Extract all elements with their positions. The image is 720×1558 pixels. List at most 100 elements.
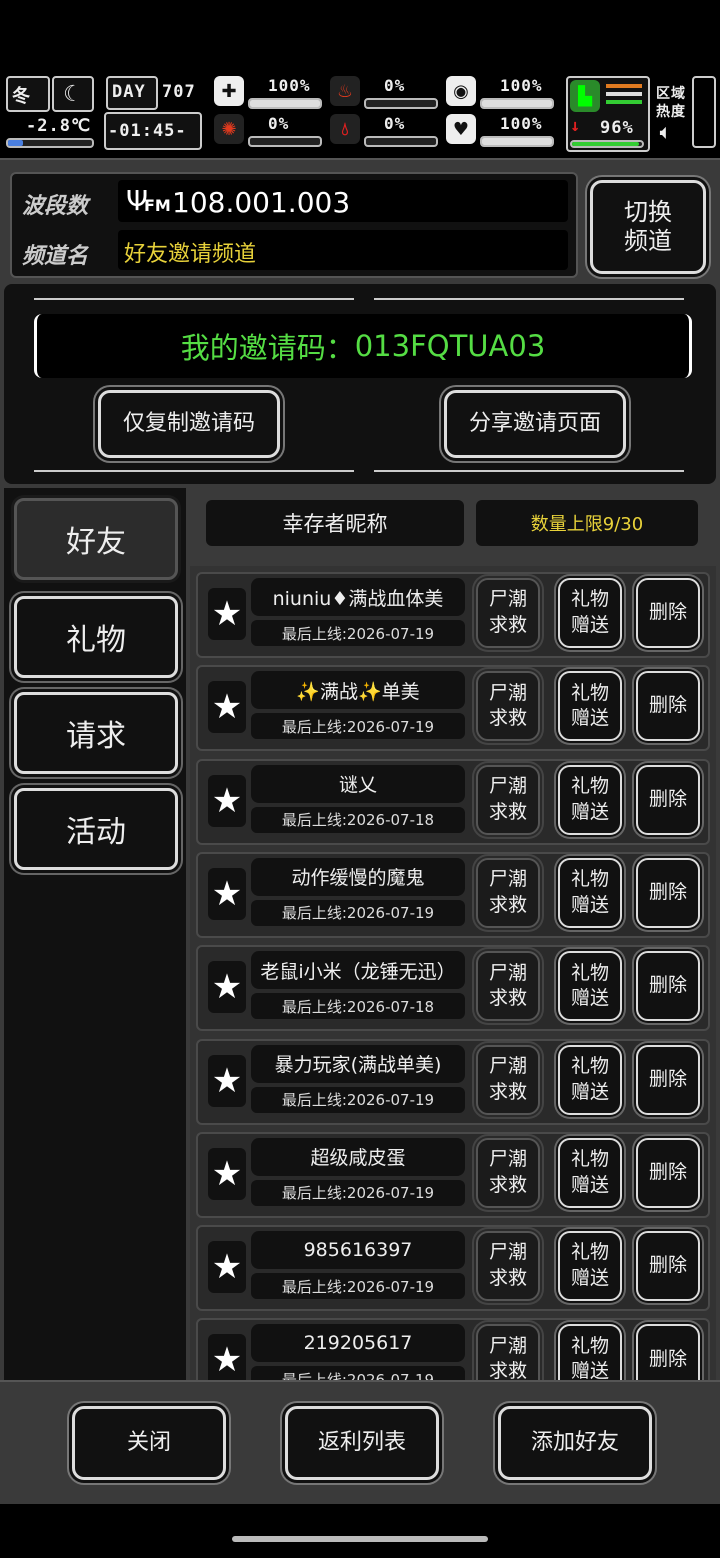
- zombie-rescue-button[interactable]: 尸潮 求救: [476, 764, 540, 835]
- favorite-star-icon[interactable]: ★: [208, 961, 246, 1014]
- season-indicator: 冬: [6, 76, 50, 112]
- friend-list[interactable]: ★ niuniu♦满战血体美 最后上线:2026-07-19 尸潮 求救 礼物 赠送 删除…: [190, 566, 716, 1380]
- zombie-rescue-button[interactable]: 尸潮 求救: [476, 1324, 540, 1380]
- arrow-down-icon: ↓: [570, 116, 582, 136]
- invite-code-label: 我的邀请码：: [180, 331, 355, 365]
- stomach-icon: ♨: [330, 76, 360, 106]
- delete-friend-button[interactable]: 删除: [636, 951, 700, 1022]
- list-header: 幸存者昵称 数量上限9/30: [190, 488, 716, 564]
- friend-last-online: 最后上线:2026-07-19: [251, 1086, 465, 1113]
- invite-section: 我的邀请码： 013FQTUA03 仅复制邀请码 分享邀请页面: [4, 284, 716, 484]
- channel-name-label: 频道名: [22, 244, 89, 269]
- nickname-header: 幸存者昵称: [206, 500, 464, 546]
- stat-value: 100%: [268, 76, 311, 95]
- favorite-star-icon[interactable]: ★: [208, 867, 246, 920]
- send-gift-button[interactable]: 礼物 赠送: [558, 578, 622, 648]
- blood-drop-icon: 💧︎: [330, 114, 360, 144]
- send-gift-button[interactable]: 礼物 赠送: [558, 857, 622, 928]
- copy-invite-code-button[interactable]: 仅复制邀请码: [98, 390, 280, 458]
- delete-friend-button[interactable]: 删除: [636, 671, 700, 742]
- friend-name: ✨满战✨单美: [251, 671, 465, 710]
- send-gift-button[interactable]: 礼物 赠送: [558, 764, 622, 835]
- delete-friend-button[interactable]: 删除: [636, 1231, 700, 1302]
- footer-bar: 关闭 返利列表 添加好友: [0, 1380, 720, 1504]
- friend-name: 985616397: [251, 1231, 465, 1270]
- share-invite-page-button[interactable]: 分享邀请页面: [444, 390, 626, 458]
- heart-icon: ♥: [446, 114, 476, 144]
- favorite-star-icon[interactable]: ★: [208, 681, 246, 734]
- friends-panel: 波段数 Ψ FM 108.001.003 频道名 好友邀请频道 切换 频道 我的…: [0, 158, 720, 1504]
- tab-events[interactable]: 活动: [14, 788, 178, 870]
- stat-bar: [480, 136, 554, 147]
- friend-limit: 数量上限9/30: [476, 500, 698, 546]
- invite-code-value[interactable]: 013FQTUA03: [355, 329, 546, 363]
- status-hud: 冬 ☾ -2.8℃ DAY 707 -01:45- ✚ 100% ♨ 0% ◉ 100% ✺…: [0, 72, 720, 156]
- delete-friend-button[interactable]: 删除: [636, 1137, 700, 1208]
- switch-channel-button[interactable]: 切换 频道: [590, 180, 706, 274]
- friend-row: ★ 985616397 最后上线:2026-07-19 尸潮 求救 礼物 赠送 删除: [196, 1225, 710, 1312]
- speaker-icon[interactable]: 🔈︎: [660, 122, 672, 143]
- zombie-rescue-button[interactable]: 尸潮 求救: [476, 578, 540, 648]
- friend-name: 谜乂: [251, 764, 465, 803]
- friend-row: ★ 动作缓慢的魔鬼 最后上线:2026-07-19 尸潮 求救 礼物 赠送 删除: [196, 851, 710, 938]
- friend-name: niuniu♦满战血体美: [251, 578, 465, 616]
- temperature-bar: [6, 138, 94, 148]
- friend-last-online: 最后上线:2026-07-18: [251, 993, 465, 1020]
- friend-row: ★ 超级咸皮蛋 最后上线:2026-07-19 尸潮 求救 礼物 赠送 删除: [196, 1131, 710, 1218]
- friend-row: ★ ✨满战✨单美 最后上线:2026-07-19 尸潮 求救 礼物 赠送 删除: [196, 665, 710, 752]
- zombie-rescue-button[interactable]: 尸潮 求救: [476, 671, 540, 742]
- close-button[interactable]: 关闭: [72, 1406, 226, 1480]
- zombie-rescue-button[interactable]: 尸潮 求救: [476, 1231, 540, 1302]
- send-gift-button[interactable]: 礼物 赠送: [558, 671, 622, 742]
- add-friend-button[interactable]: 添加好友: [498, 1406, 652, 1480]
- zombie-rescue-button[interactable]: 尸潮 求救: [476, 1044, 540, 1115]
- bladder-icon: ◉: [446, 76, 476, 106]
- zombie-rescue-button[interactable]: 尸潮 求救: [476, 1137, 540, 1208]
- clock-time: -01:45-: [108, 121, 187, 141]
- favorite-star-icon[interactable]: ★: [208, 588, 246, 640]
- stat-bar: [248, 136, 322, 147]
- channel-name-display: 好友邀请频道: [118, 230, 568, 270]
- friend-name: 暴力玩家(满战单美): [251, 1044, 465, 1083]
- tab-gifts[interactable]: 礼物: [14, 596, 178, 678]
- channel-name-value: 好友邀请频道: [124, 242, 257, 267]
- zombie-rescue-button[interactable]: 尸潮 求救: [476, 857, 540, 928]
- tab-requests[interactable]: 请求: [14, 692, 178, 774]
- rebate-list-button[interactable]: 返利列表: [285, 1406, 439, 1480]
- favorite-star-icon[interactable]: ★: [208, 1241, 246, 1294]
- delete-friend-button[interactable]: 删除: [636, 857, 700, 928]
- send-gift-button[interactable]: 礼物 赠送: [558, 1044, 622, 1115]
- boot-icon: ▙: [570, 80, 600, 112]
- delete-friend-button[interactable]: 删除: [636, 764, 700, 835]
- send-gift-button[interactable]: 礼物 赠送: [558, 1231, 622, 1302]
- friend-row: ★ 219205617 最后上线:2026-07-19 尸潮 求救 礼物 赠送 删除: [196, 1318, 710, 1380]
- favorite-star-icon[interactable]: ★: [208, 774, 246, 827]
- favorite-star-icon[interactable]: ★: [208, 1054, 246, 1107]
- friend-row: ★ niuniu♦满战血体美最后上线:2026-07-19 尸潮 求救 礼物 赠送 删除: [196, 572, 710, 658]
- friend-last-online: 最后上线:2026-07-19: [251, 1366, 465, 1380]
- favorite-star-icon[interactable]: ★: [208, 1147, 246, 1200]
- freq-value: 108.001.003: [172, 186, 351, 219]
- channel-info: 波段数 Ψ FM 108.001.003 频道名 好友邀请频道: [10, 172, 578, 278]
- freq-unit: FM: [144, 196, 171, 215]
- friend-name: 219205617: [251, 1324, 465, 1363]
- favorite-star-icon[interactable]: ★: [208, 1334, 246, 1380]
- send-gift-button[interactable]: 礼物 赠送: [558, 1324, 622, 1380]
- zombie-rescue-button[interactable]: 尸潮 求救: [476, 951, 540, 1022]
- stat-value: 100%: [500, 76, 543, 95]
- stat-bar: [480, 98, 554, 109]
- invite-code-box: 我的邀请码： 013FQTUA03: [34, 314, 692, 378]
- delete-friend-button[interactable]: 删除: [636, 1044, 700, 1115]
- tab-friends[interactable]: 好友: [14, 498, 178, 580]
- send-gift-button[interactable]: 礼物 赠送: [558, 1137, 622, 1208]
- friend-last-online: 最后上线:2026-07-19: [251, 620, 465, 646]
- stat-value: 100%: [500, 114, 543, 133]
- freq-display: Ψ FM 108.001.003: [118, 180, 568, 222]
- day-badge: DAY: [106, 76, 158, 110]
- friend-name: 动作缓慢的魔鬼: [251, 857, 465, 896]
- send-gift-button[interactable]: 礼物 赠送: [558, 951, 622, 1022]
- home-indicator[interactable]: [232, 1536, 488, 1542]
- delete-friend-button[interactable]: 删除: [636, 1324, 700, 1380]
- delete-friend-button[interactable]: 删除: [636, 578, 700, 648]
- stat-bar: [364, 98, 438, 109]
